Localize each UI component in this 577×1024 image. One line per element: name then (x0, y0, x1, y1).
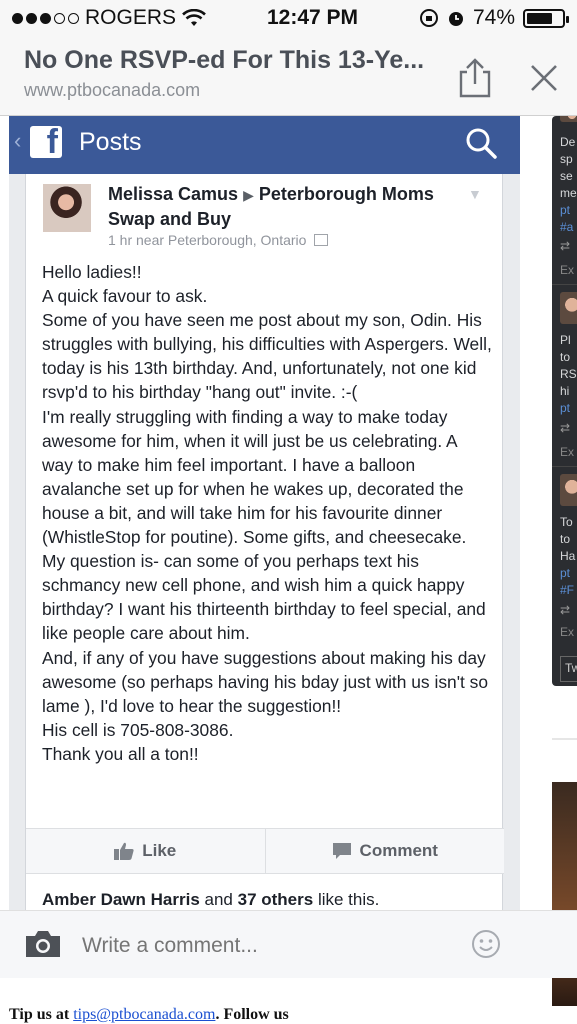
group-privacy-icon (314, 234, 329, 246)
post-paragraph: Thank you all a ton!! (42, 743, 199, 764)
post-paragraph: A quick favour to ask. (42, 286, 208, 307)
sidebar-link[interactable]: pt (560, 202, 577, 218)
chevron-down-icon: ▼ (468, 186, 482, 202)
wifi-icon (182, 9, 206, 26)
post-author-line: Melissa Camus ▶ Peterborough Moms Swap a… (108, 182, 438, 231)
sidebar-text: to (560, 532, 571, 546)
fb-post-card: Melissa Camus ▶ Peterborough Moms Swap a… (25, 174, 504, 910)
post-author: Melissa Camus (108, 184, 239, 204)
comment-label: Comment (359, 841, 438, 860)
sidebar-text: me (560, 186, 577, 200)
like-action: Like (26, 829, 265, 873)
sidebar-expand[interactable]: Ex (560, 624, 577, 640)
thumbs-up-icon (114, 842, 134, 860)
post-paragraph: And, if any of you have suggestions abou… (42, 647, 489, 716)
comment-bar (0, 910, 577, 978)
page-url[interactable]: www.ptbocanada.com (24, 80, 200, 101)
sidebar-text: Ha (560, 549, 576, 563)
article-content: ‹ f Posts Melissa Camus ▶ Peterborough M… (0, 116, 577, 1024)
related-sidebar: De sp se me pt #a ⇄ Ex Pl to RS hi pt ⇄ … (552, 116, 577, 686)
search-icon (466, 128, 497, 159)
tip-email-link[interactable]: tips@ptbocanada.com (73, 1006, 215, 1023)
status-left: ROGERS (12, 6, 206, 30)
sidebar-text: sp (560, 152, 573, 166)
likes-others: 37 others (237, 890, 314, 909)
sidebar-text: Pl (560, 333, 571, 347)
orientation-lock-icon (419, 9, 438, 27)
battery-fill (527, 12, 553, 24)
camera-icon[interactable] (24, 929, 62, 959)
smiley-icon[interactable] (470, 928, 502, 960)
avatar (560, 474, 577, 506)
sidebar-text: hi (560, 384, 570, 398)
page-title: No One RSVP-ed For This 13-Ye... (24, 46, 425, 74)
battery-icon (523, 8, 569, 28)
post-paragraph: Some of you have seen me post about my s… (42, 310, 492, 403)
sidebar-link[interactable]: pt (560, 400, 577, 416)
retweet-icon: ⇄ (560, 421, 571, 435)
right-arrow-icon: ▶ (243, 187, 254, 203)
divider (552, 738, 577, 740)
avatar (43, 184, 91, 232)
post-paragraph: His cell is 705-808-3086. (42, 719, 234, 740)
sidebar-divider (552, 284, 577, 285)
avatar (560, 292, 577, 324)
likes-summary: Amber Dawn Harris and 37 others like thi… (42, 890, 379, 910)
comment-icon (332, 843, 351, 859)
post-body: Hello ladies!! A quick favour to ask. So… (42, 260, 492, 766)
likes-suffix: like this. (317, 890, 380, 909)
retweet-icon: ⇄ (560, 603, 571, 617)
likes-name: Amber Dawn Harris (42, 890, 200, 909)
footer-tip-text: Tip us at tips@ptbocanada.com. Follow us (9, 1006, 289, 1024)
facebook-logo-icon: f (30, 123, 62, 161)
fb-header: ‹ f Posts (9, 116, 520, 174)
sidebar-text: to (560, 350, 571, 364)
battery-percent: 74% (472, 6, 515, 29)
status-bar: ROGERS 12:47 PM 74% (0, 0, 577, 36)
facebook-screenshot-image: ‹ f Posts Melissa Camus ▶ Peterborough M… (9, 116, 520, 910)
post-paragraph: My question is- can some of you perhaps … (42, 551, 486, 644)
sidebar-text: De (560, 135, 576, 149)
post-meta: 1 hr near Peterborough, Ontario (108, 232, 329, 248)
status-time: 12:47 PM (266, 6, 359, 29)
sidebar-text: se (560, 169, 573, 183)
comment-action: Comment (264, 829, 505, 873)
sidebar-text: RS (560, 367, 577, 381)
back-chevron-icon: ‹ (14, 128, 22, 153)
close-icon[interactable] (524, 58, 564, 98)
status-right: 74% (419, 6, 569, 30)
sidebar-tweet-box[interactable]: Tw (560, 656, 577, 682)
like-label: Like (142, 841, 177, 860)
footer-prefix: Tip us at (9, 1006, 70, 1023)
likes-and: and (204, 890, 233, 909)
post-time-location: 1 hr near Peterborough, Ontario (108, 232, 307, 248)
alarm-icon (448, 12, 463, 26)
fb-header-title: Posts (79, 128, 142, 156)
signal-strength-icon (12, 12, 79, 24)
carrier-name: ROGERS (85, 6, 177, 29)
post-paragraph: Hello ladies!! (42, 262, 142, 282)
avatar (560, 116, 577, 122)
sidebar-expand[interactable]: Ex (560, 444, 577, 460)
retweet-icon: ⇄ (560, 239, 571, 253)
post-paragraph: I'm really struggling with finding a way… (42, 406, 467, 548)
post-actions: Like Comment (26, 828, 504, 874)
sidebar-link[interactable]: pt (560, 565, 577, 581)
comment-input[interactable] (82, 931, 452, 961)
sidebar-hashtag[interactable]: #F (560, 582, 577, 598)
browser-title-bar: No One RSVP-ed For This 13-Ye... www.ptb… (0, 36, 577, 116)
sidebar-text: To (560, 515, 573, 529)
sidebar-expand[interactable]: Ex (560, 262, 577, 278)
footer-suffix: . Follow us (215, 1006, 289, 1023)
sidebar-divider (552, 466, 577, 467)
share-icon[interactable] (455, 56, 495, 100)
sidebar-hashtag[interactable]: #a (560, 219, 577, 235)
